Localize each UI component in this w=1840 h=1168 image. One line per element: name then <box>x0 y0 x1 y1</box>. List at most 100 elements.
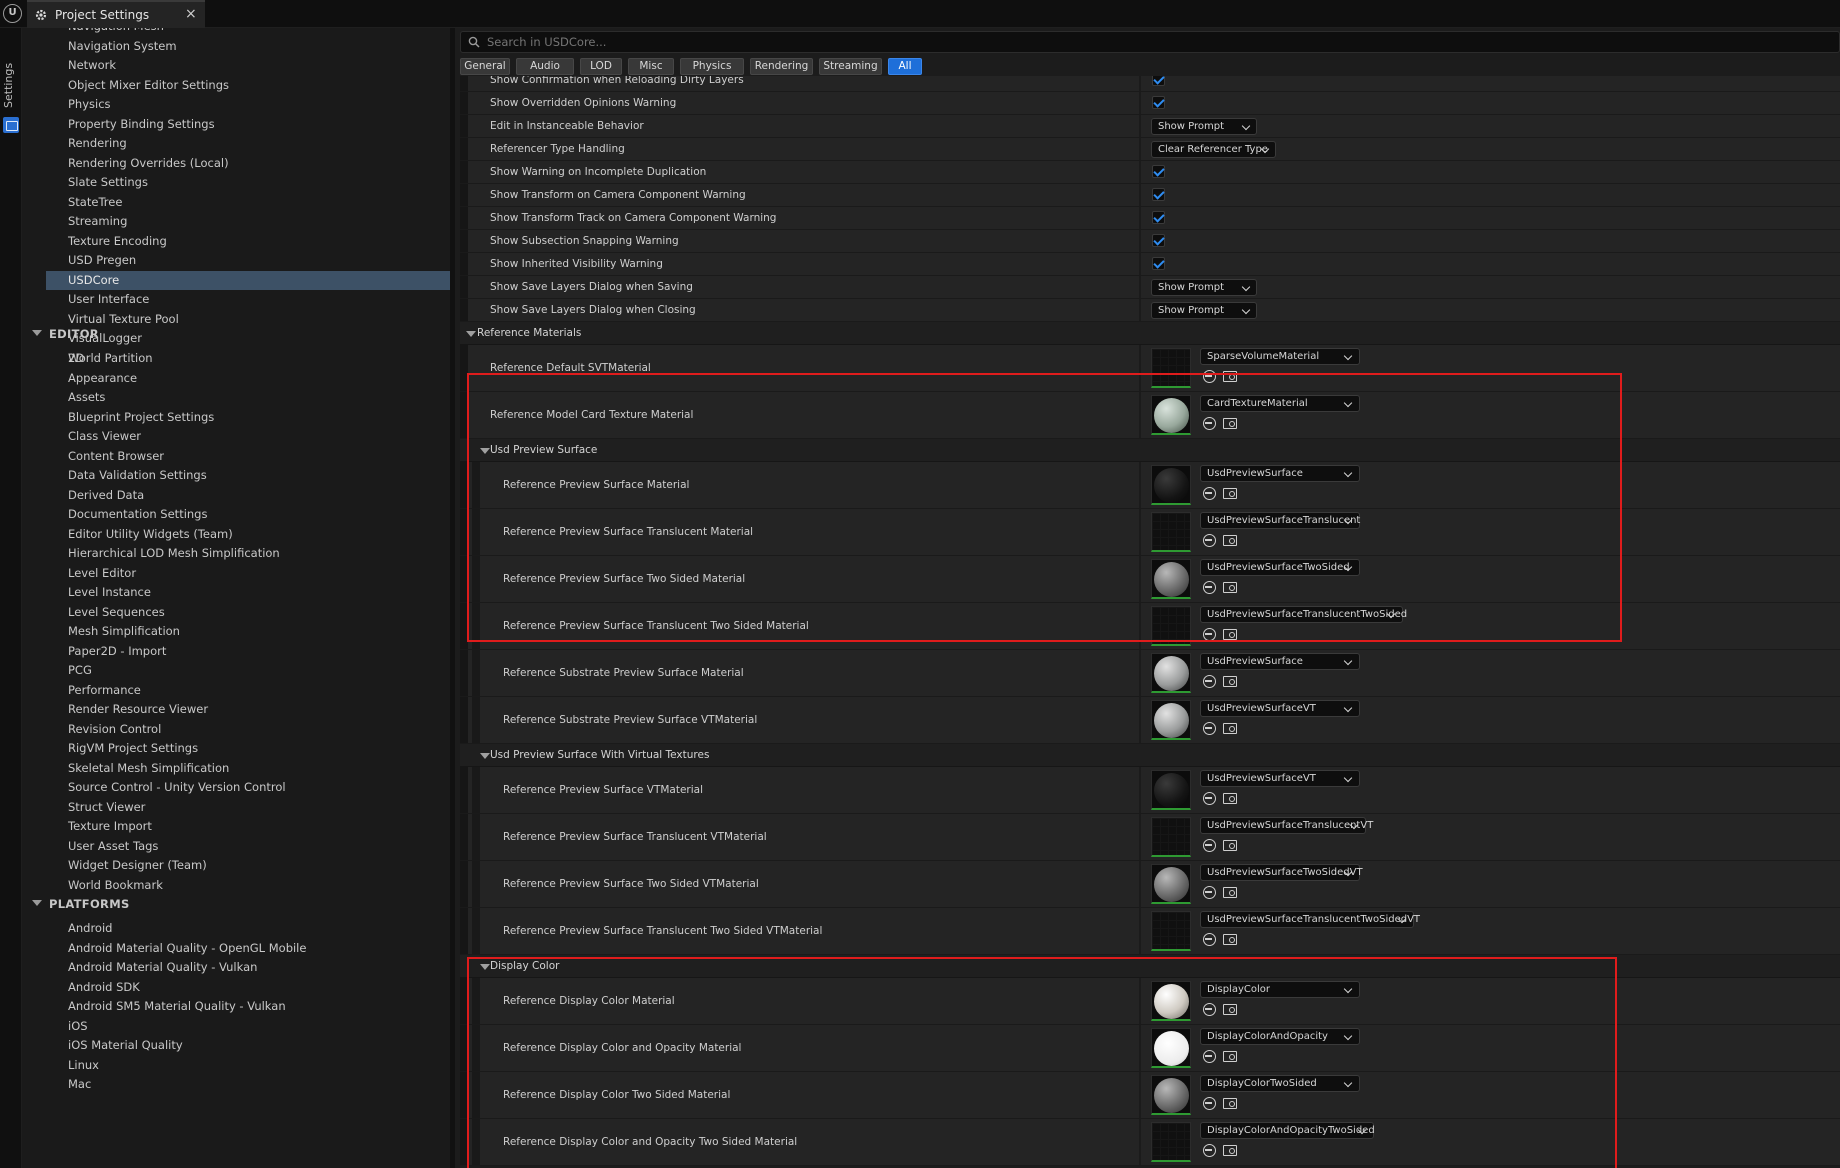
category-misc[interactable]: Misc <box>628 58 674 75</box>
property-dropdown[interactable]: Show Prompt <box>1151 302 1257 319</box>
sidebar-item-world-bookmark[interactable]: World Bookmark <box>46 876 450 895</box>
sidebar-item-struct-viewer[interactable]: Struct Viewer <box>46 798 450 817</box>
use-selected-asset-icon[interactable] <box>1203 487 1216 500</box>
sidebar-item-level-editor[interactable]: Level Editor <box>46 564 450 583</box>
material-thumbnail[interactable] <box>1151 512 1191 552</box>
unreal-logo-icon[interactable]: U <box>3 4 22 23</box>
browse-to-asset-icon[interactable] <box>1223 371 1237 382</box>
asset-picker-dropdown[interactable]: DisplayColorAndOpacityTwoSided <box>1200 1122 1375 1139</box>
column-divider[interactable] <box>1139 603 1141 649</box>
asset-picker-dropdown[interactable]: DisplayColorTwoSided <box>1200 1075 1360 1092</box>
project-settings-tab[interactable]: Project Settings × <box>27 0 205 28</box>
use-selected-asset-icon[interactable] <box>1203 417 1216 430</box>
material-thumbnail[interactable] <box>1151 770 1191 810</box>
category-audio[interactable]: Audio <box>516 58 574 75</box>
sidebar-item-ios[interactable]: iOS <box>46 1017 450 1036</box>
use-selected-asset-icon[interactable] <box>1203 1003 1216 1016</box>
browse-to-asset-icon[interactable] <box>1223 793 1237 804</box>
browse-to-asset-icon[interactable] <box>1223 582 1237 593</box>
sidebar-item-android-sm5-material-quality-vulkan[interactable]: Android SM5 Material Quality - Vulkan <box>46 997 450 1016</box>
sidebar-item-derived-data[interactable]: Derived Data <box>46 486 450 505</box>
column-divider[interactable] <box>1139 115 1141 137</box>
sidebar-item-revision-control[interactable]: Revision Control <box>46 720 450 739</box>
section-header-usd-preview-surface-with-virtual-textures[interactable]: Usd Preview Surface With Virtual Texture… <box>460 744 1840 767</box>
category-rendering[interactable]: Rendering <box>750 58 813 75</box>
use-selected-asset-icon[interactable] <box>1203 581 1216 594</box>
asset-picker-dropdown[interactable]: UsdPreviewSurfaceTranslucentVT <box>1200 817 1373 834</box>
sidebar-item-virtual-texture-pool[interactable]: Virtual Texture Pool <box>46 310 450 329</box>
sidebar-item-performance[interactable]: Performance <box>46 681 450 700</box>
collapse-arrow-icon[interactable] <box>480 964 490 970</box>
browse-to-asset-icon[interactable] <box>1223 887 1237 898</box>
use-selected-asset-icon[interactable] <box>1203 933 1216 946</box>
use-selected-asset-icon[interactable] <box>1203 675 1216 688</box>
column-divider[interactable] <box>1139 345 1141 391</box>
section-header-reference-materials[interactable]: Reference Materials <box>460 322 1840 345</box>
category-lod[interactable]: LOD <box>580 58 622 75</box>
browse-to-asset-icon[interactable] <box>1223 1098 1237 1109</box>
sidebar-item-navigation-system[interactable]: Navigation System <box>46 37 450 56</box>
sidebar-item-skeletal-mesh-simplification[interactable]: Skeletal Mesh Simplification <box>46 759 450 778</box>
use-selected-asset-icon[interactable] <box>1203 839 1216 852</box>
property-checkbox[interactable] <box>1152 188 1165 201</box>
asset-picker-dropdown[interactable]: UsdPreviewSurfaceVT <box>1200 770 1360 787</box>
sidebar-item-object-mixer-editor-settings[interactable]: Object Mixer Editor Settings <box>46 76 450 95</box>
asset-picker-dropdown[interactable]: DisplayColor <box>1200 981 1360 998</box>
browse-to-asset-icon[interactable] <box>1223 629 1237 640</box>
sidebar-item-android-material-quality-vulkan[interactable]: Android Material Quality - Vulkan <box>46 958 450 977</box>
settings-side-tab[interactable]: Settings <box>2 60 20 110</box>
material-thumbnail[interactable] <box>1151 1122 1191 1162</box>
sidebar-item-statetree[interactable]: StateTree <box>46 193 450 212</box>
material-thumbnail[interactable] <box>1151 1075 1191 1115</box>
use-selected-asset-icon[interactable] <box>1203 370 1216 383</box>
sidebar-item-network[interactable]: Network <box>46 56 450 75</box>
material-thumbnail[interactable] <box>1151 465 1191 505</box>
use-selected-asset-icon[interactable] <box>1203 628 1216 641</box>
material-thumbnail[interactable] <box>1151 864 1191 904</box>
sidebar-item-2d[interactable]: 2D <box>46 349 450 368</box>
sidebar-item-texture-import[interactable]: Texture Import <box>46 817 450 836</box>
collapse-arrow-icon[interactable] <box>480 448 490 454</box>
material-thumbnail[interactable] <box>1151 981 1191 1021</box>
sidebar-item-data-validation-settings[interactable]: Data Validation Settings <box>46 466 450 485</box>
material-thumbnail[interactable] <box>1151 1028 1191 1068</box>
column-divider[interactable] <box>1139 814 1141 860</box>
sidebar-item-ios-material-quality[interactable]: iOS Material Quality <box>46 1036 450 1055</box>
collapse-arrow-icon[interactable] <box>480 753 490 759</box>
column-divider[interactable] <box>1139 138 1141 160</box>
use-selected-asset-icon[interactable] <box>1203 722 1216 735</box>
sidebar-item-documentation-settings[interactable]: Documentation Settings <box>46 505 450 524</box>
use-selected-asset-icon[interactable] <box>1203 534 1216 547</box>
column-divider[interactable] <box>1139 161 1141 183</box>
column-divider[interactable] <box>1139 276 1141 298</box>
sidebar-item-android-material-quality-opengl-mobile[interactable]: Android Material Quality - OpenGL Mobile <box>46 939 450 958</box>
sidebar-item-mesh-simplification[interactable]: Mesh Simplification <box>46 622 450 641</box>
sidebar-item-widget-designer-team[interactable]: Widget Designer (Team) <box>46 856 450 875</box>
use-selected-asset-icon[interactable] <box>1203 1050 1216 1063</box>
column-divider[interactable] <box>1139 230 1141 252</box>
property-dropdown[interactable]: Show Prompt <box>1151 279 1257 296</box>
sidebar-item-visuallogger[interactable]: VisualLogger <box>46 329 450 348</box>
sidebar-item-usd-pregen[interactable]: USD Pregen <box>46 251 450 270</box>
sidebar-item-rendering[interactable]: Rendering <box>46 134 450 153</box>
search-input[interactable] <box>487 34 1687 50</box>
browse-to-asset-icon[interactable] <box>1223 934 1237 945</box>
sidebar-header-platforms[interactable]: PLATFORMS <box>32 897 130 911</box>
sidebar-item-rigvm-project-settings[interactable]: RigVM Project Settings <box>46 739 450 758</box>
sidebar-item-streaming[interactable]: Streaming <box>46 212 450 231</box>
sidebar-item-user-asset-tags[interactable]: User Asset Tags <box>46 837 450 856</box>
property-checkbox[interactable] <box>1152 234 1165 247</box>
collapse-arrow-icon[interactable] <box>32 899 42 906</box>
column-divider[interactable] <box>1139 556 1141 602</box>
asset-picker-dropdown[interactable]: CardTextureMaterial <box>1200 395 1360 412</box>
property-dropdown[interactable]: Show Prompt <box>1151 118 1257 135</box>
sidebar-item-user-interface[interactable]: User Interface <box>46 290 450 309</box>
browse-to-asset-icon[interactable] <box>1223 1051 1237 1062</box>
sidebar-header-editor[interactable]: EDITOR <box>32 327 99 341</box>
property-checkbox[interactable] <box>1152 165 1165 178</box>
sidebar-item-render-resource-viewer[interactable]: Render Resource Viewer <box>46 700 450 719</box>
column-divider[interactable] <box>1139 908 1141 954</box>
column-divider[interactable] <box>1139 1072 1141 1118</box>
property-dropdown[interactable]: Clear Referencer Type <box>1151 141 1276 158</box>
sidebar-item-level-instance[interactable]: Level Instance <box>46 583 450 602</box>
